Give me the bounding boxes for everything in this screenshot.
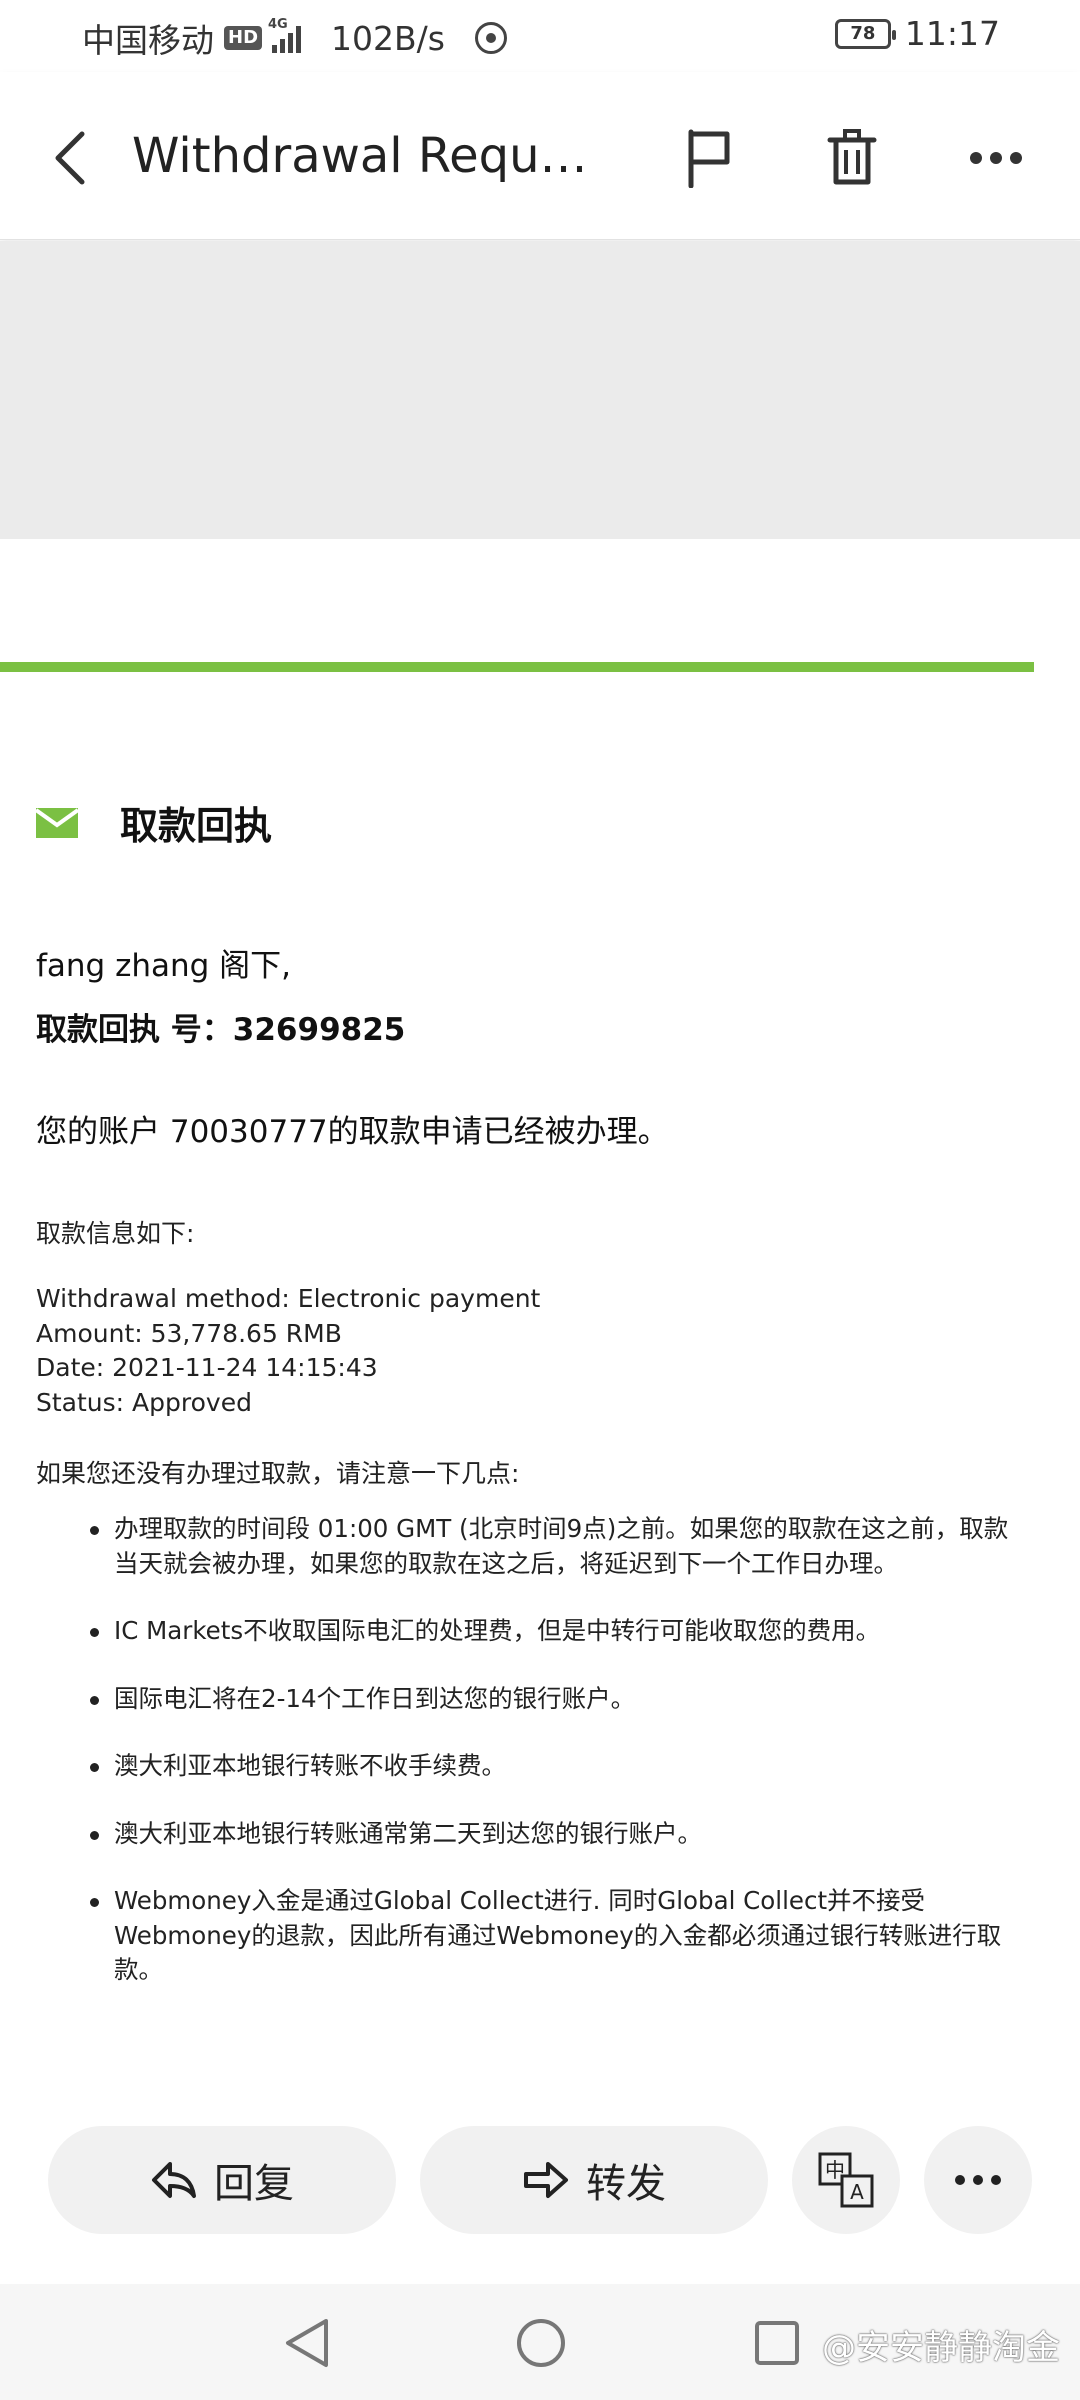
back-arrow-icon [55, 131, 85, 185]
greeting: fang zhang 阁下, [36, 948, 292, 984]
network-type: 4G [268, 17, 288, 32]
translate-icon: 中 A [818, 2152, 874, 2208]
flag-button[interactable] [668, 118, 748, 198]
heading-title: 取款回执 [120, 804, 273, 848]
email-subject-title: Withdrawal Reques... [132, 128, 612, 184]
system-nav-bar: @安安静静淘金 [0, 2284, 1080, 2400]
nav-home-button[interactable] [506, 2308, 576, 2378]
more-dots-icon [970, 152, 1022, 164]
triangle-back-icon [286, 2319, 328, 2367]
notice-list: 办理取款的时间段 01:00 GMT (北京时间9点)之前。如果您的取款在这之前… [80, 1512, 1020, 2021]
forward-label: 转发 [586, 2161, 666, 2207]
reply-icon [152, 2162, 196, 2198]
list-item: IC Markets不收取国际电汇的处理费，但是中转行可能收取您的费用。 [80, 1614, 1020, 1649]
list-item: Webmoney入金是通过Global Collect进行. 同时Global … [80, 1884, 1020, 1988]
withdrawal-date: Date: 2021-11-24 14:15:43 [36, 1353, 378, 1382]
forward-button[interactable]: 转发 [420, 2126, 768, 2234]
svg-text:A: A [850, 2180, 864, 2204]
translate-button[interactable]: 中 A [792, 2126, 900, 2234]
battery-level: 78 [850, 23, 876, 44]
trash-icon [827, 129, 877, 185]
nav-recents-button[interactable] [742, 2308, 812, 2378]
list-item: 澳大利亚本地银行转账不收手续费。 [80, 1749, 1020, 1784]
more-actions-button[interactable] [924, 2126, 1032, 2234]
hd-badge: HD [224, 26, 263, 50]
status-bar: 中国移动 HD 4G 102B/s 78 11:17 [0, 0, 1080, 72]
sync-icon [474, 22, 507, 54]
list-item: 办理取款的时间段 01:00 GMT (北京时间9点)之前。如果您的取款在这之前… [80, 1512, 1020, 1581]
email-banner-placeholder [0, 241, 1080, 539]
withdrawal-status: Status: Approved [36, 1387, 252, 1417]
notice-title: 如果您还没有办理过取款，请注意一下几点: [36, 1459, 520, 1488]
square-recents-icon [755, 2321, 799, 2365]
watermark-text: @安安静静淘金 [822, 2328, 1060, 2368]
info-title: 取款信息如下: [36, 1219, 195, 1248]
status-left: 中国移动 HD 4G 102B/s [82, 14, 507, 62]
bottom-action-bar: 回复 转发 中 A [0, 2100, 1080, 2260]
flag-icon [688, 129, 730, 188]
reply-button[interactable]: 回复 [48, 2126, 396, 2234]
green-divider [0, 662, 1034, 672]
network-speed: 102B/s [331, 18, 445, 58]
withdrawal-amount: Amount: 53,778.65 RMB [36, 1318, 342, 1348]
clock: 11:17 [904, 14, 1000, 53]
carrier-name: 中国移动 [82, 21, 214, 60]
app-bar: Withdrawal Reques... [0, 72, 1080, 240]
reply-label: 回复 [214, 2161, 294, 2207]
battery-icon: 78 [834, 18, 896, 49]
withdrawal-info: Withdrawal method: Electronic payment Am… [36, 1282, 540, 1420]
account-message: 您的账户 70030777的取款申请已经被办理。 [36, 1114, 669, 1150]
more-dots-icon [955, 2175, 1001, 2185]
status-right: 78 11:17 [834, 14, 1000, 53]
list-item: 国际电汇将在2-14个工作日到达您的银行账户。 [80, 1682, 1020, 1717]
withdrawal-method: Withdrawal method: Electronic payment [36, 1284, 541, 1313]
circle-home-icon [517, 2319, 565, 2367]
envelope-icon [36, 807, 78, 838]
forward-icon [524, 2162, 568, 2198]
receipt-number: 取款回执 号：32699825 [36, 1012, 406, 1048]
list-item: 澳大利亚本地银行转账通常第二天到达您的银行账户。 [80, 1817, 1020, 1852]
delete-button[interactable] [812, 118, 892, 198]
more-options-button[interactable] [956, 118, 1036, 198]
back-button[interactable] [40, 118, 100, 198]
email-heading: 取款回执 [36, 795, 272, 850]
nav-back-button[interactable] [272, 2308, 342, 2378]
signal-icon: 4G [268, 17, 302, 53]
